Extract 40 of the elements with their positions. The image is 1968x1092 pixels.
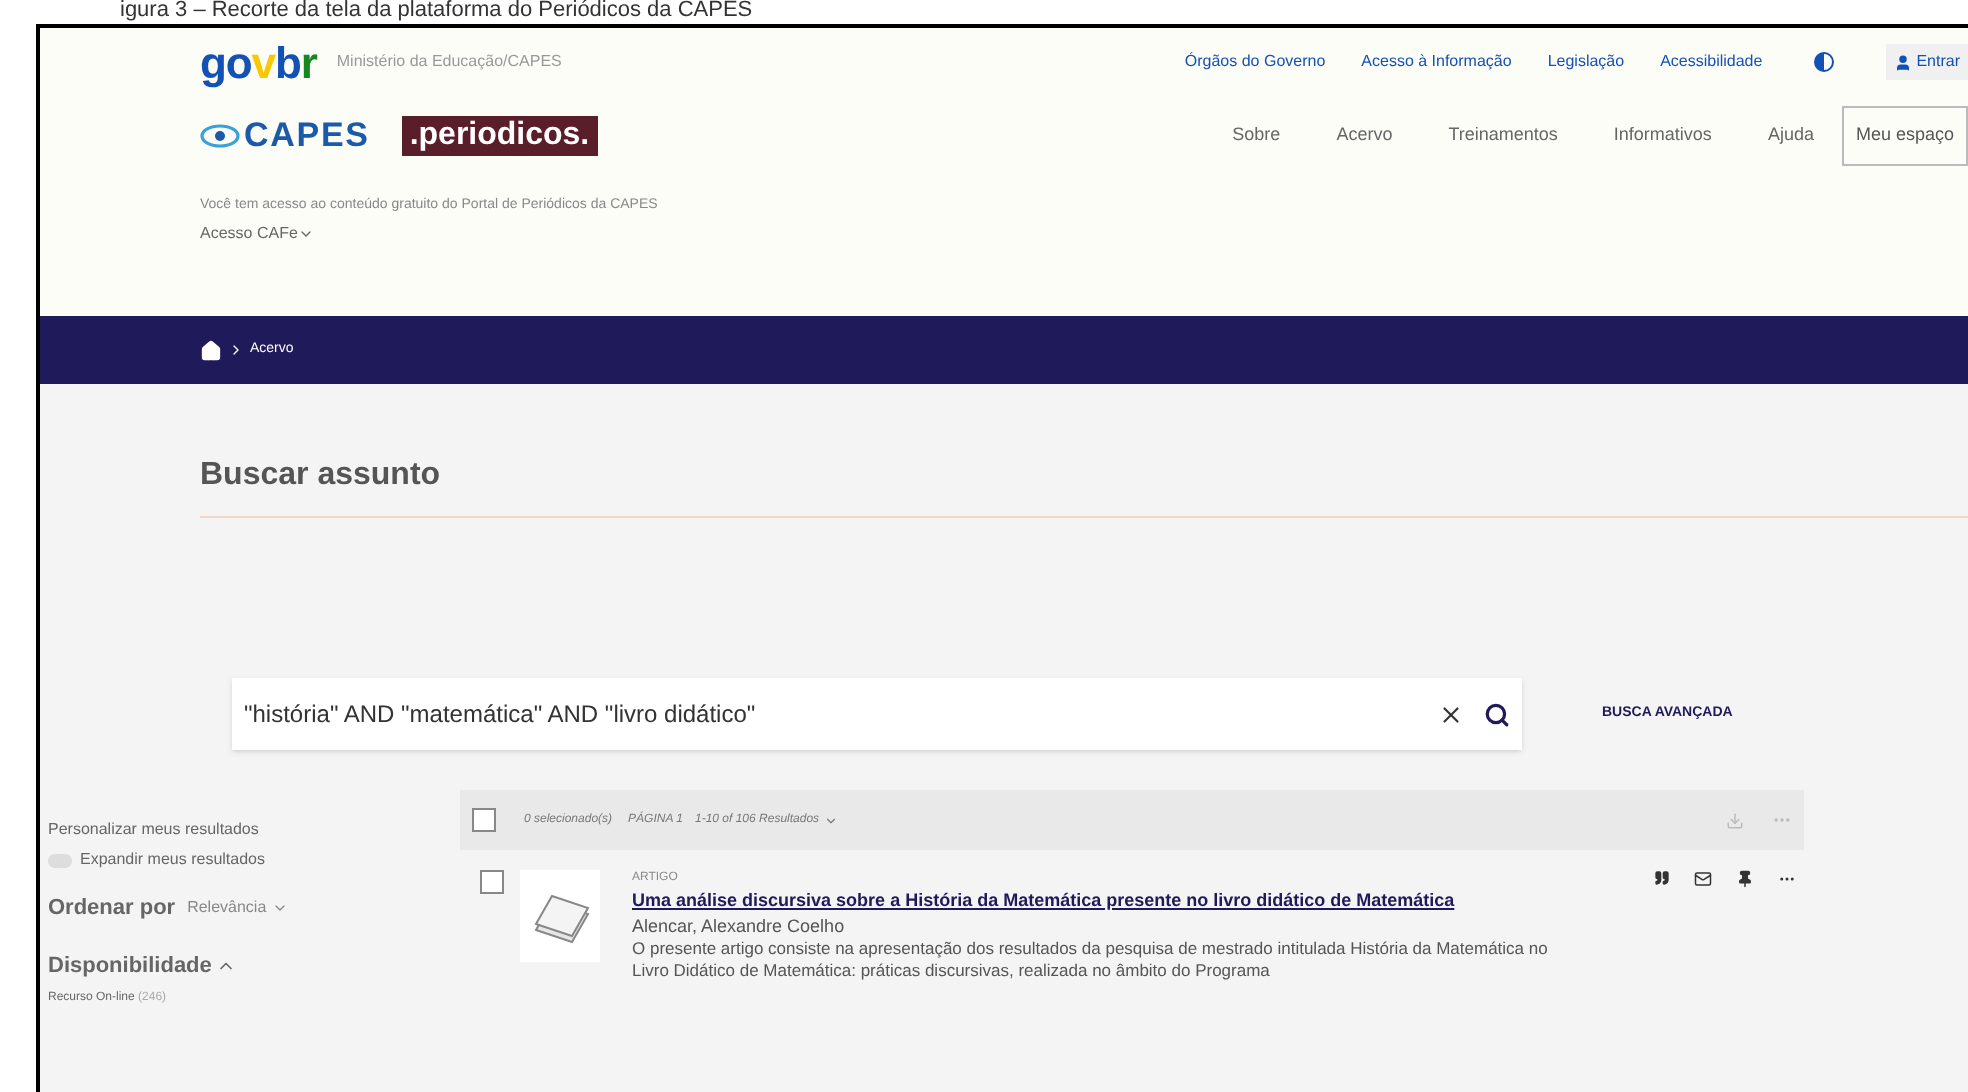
quote-icon[interactable]	[1654, 870, 1670, 886]
cafe-dropdown[interactable]: Acesso CAFe	[200, 221, 314, 245]
personalize-label: Personalizar meus resultados	[48, 818, 259, 842]
checkbox[interactable]	[480, 870, 504, 894]
contrast-icon[interactable]	[1814, 52, 1835, 72]
capes-logo[interactable]: CAPES	[200, 110, 370, 162]
nav-link[interactable]: Sobre	[1232, 122, 1281, 150]
search-text: "história" AND "matemática" AND "livro didático"	[244, 698, 758, 732]
search-field[interactable]: "história" AND "matemática" AND "livro didático"	[232, 678, 1522, 750]
figure-caption: igura 3 – Recorte da tela da plataforma do Periódicos da CAPES	[118, 0, 755, 24]
user-icon	[1894, 53, 1913, 71]
document-stack-icon	[520, 870, 600, 962]
ministry-label: Ministério da Educação/CAPES	[336, 50, 562, 74]
login-button[interactable]: Entrar	[1886, 44, 1968, 80]
my-space-button[interactable]: Meu espaço	[1841, 106, 1968, 166]
mail-icon[interactable]	[1694, 870, 1712, 888]
nav-link[interactable]: Acervo	[1336, 122, 1393, 150]
periodicos-logo[interactable]: .periodicos.	[401, 116, 598, 156]
chevron-right-icon	[228, 342, 244, 358]
search-icon[interactable]	[1484, 701, 1510, 727]
caret-icon	[823, 813, 838, 827]
top-link[interactable]: Órgãos do Governo	[1184, 50, 1326, 74]
sort-label: Ordenar por	[48, 894, 176, 924]
result-abstract: O presente artigo consiste na apresentação dos resultados da pesquisa de mestrado intitulada História da Matemática no Livro Didático de Matemática: práticas discursivas, realizada no âmbito do Programa	[632, 938, 1550, 982]
nav-link[interactable]: Treinamentos	[1448, 122, 1558, 150]
result-title[interactable]: Uma análise discursiva sobre a História da Matemática presente no livro didático de Matemática	[632, 888, 1512, 914]
checkbox[interactable]	[472, 808, 496, 832]
result-author: Alencar, Alexandre Coelho	[632, 914, 845, 938]
top-link[interactable]: Legislação	[1547, 50, 1625, 74]
govbr-logo[interactable]: govbr	[200, 29, 317, 95]
home-icon[interactable]	[200, 339, 222, 361]
page-title: Buscar assunto	[200, 452, 1968, 518]
nav-link[interactable]: Ajuda	[1767, 122, 1814, 150]
availability-toggle[interactable]: Disponibilidade	[48, 949, 236, 982]
toggle-label: Expandir meus resultados	[80, 848, 265, 872]
pin-icon[interactable]	[1736, 870, 1754, 888]
close-icon[interactable]	[1438, 701, 1464, 727]
nav-link[interactable]: Informativos	[1613, 122, 1712, 150]
top-link[interactable]: Acessibilidade	[1660, 50, 1763, 74]
top-link[interactable]: Acesso à Informação	[1361, 50, 1512, 74]
